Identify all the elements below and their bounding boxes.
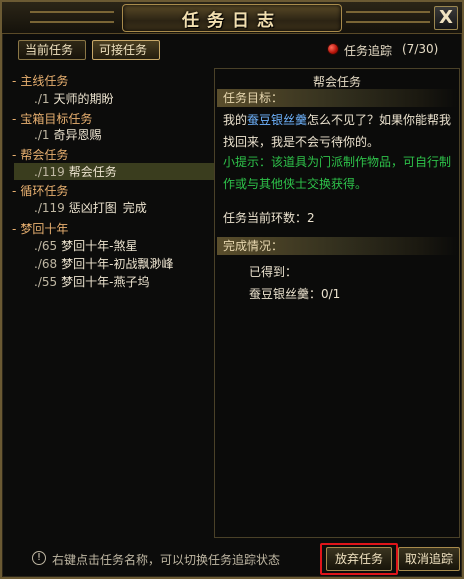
quest-level: ./1	[34, 92, 50, 106]
tracking-indicator-icon[interactable]	[327, 43, 339, 55]
quest-item[interactable]: ./1 奇异恩赐	[34, 126, 102, 143]
progress-text: 蚕豆银丝羹：0/1	[249, 287, 341, 301]
quest-level: ./65	[34, 239, 58, 253]
category-label: 主线任务	[20, 74, 69, 88]
status-header: 完成情况：	[217, 237, 457, 255]
footer-hint: 右键点击任务名称，可以切换任务追踪状态	[52, 553, 281, 567]
quest-name: 梦回十年-初战飘渺峰	[61, 257, 174, 271]
category-guild[interactable]: - 帮会任务	[12, 146, 68, 163]
quest-item[interactable]: ./55 梦回十年-燕子坞	[34, 273, 149, 290]
collapse-icon: -	[12, 184, 17, 198]
quest-item[interactable]: ./1 天师的期盼	[34, 90, 114, 107]
abandon-quest-button[interactable]: 放弃任务	[326, 547, 392, 571]
quest-level: ./119	[34, 165, 65, 179]
tracking-label: 任务追踪	[344, 44, 393, 58]
quest-item[interactable]: ./65 梦回十年-煞星	[34, 237, 137, 254]
goal-text-pre: 我的	[223, 113, 248, 127]
close-button[interactable]: X	[434, 6, 458, 30]
quest-name: 天师的期盼	[53, 92, 114, 106]
quest-item[interactable]: ./68 梦回十年-初战飘渺峰	[34, 255, 173, 272]
quest-log-window: 任务日志 X 当前任务 可接任务 任务追踪 (7/30) - 主线任务 ./1 天师…	[0, 0, 464, 579]
info-icon: !	[32, 551, 46, 565]
quest-status: 完成	[122, 201, 147, 215]
quest-level: ./119	[34, 201, 65, 215]
window-title: 任务日志	[182, 11, 282, 31]
hint-text: 小提示：该道具为门派制作物品，可自行制作或与其他侠士交换获得。	[223, 155, 452, 191]
quest-name: 帮会任务	[68, 165, 117, 179]
category-label: 循环任务	[20, 184, 69, 198]
category-label: 梦回十年	[20, 222, 69, 236]
category-loop[interactable]: - 循环任务	[12, 182, 68, 199]
collapse-icon: -	[12, 112, 17, 126]
category-label: 宝箱目标任务	[20, 112, 93, 126]
detail-title: 帮会任务	[312, 75, 361, 89]
quest-detail-panel: 帮会任务 任务目标： 我的蚕豆银丝羹怎么不见了？如果你能帮我找回来，我是不会亏待…	[214, 68, 460, 538]
title-ornament-left	[30, 11, 114, 23]
quest-item[interactable]: ./119 惩凶打图 完成	[34, 199, 147, 216]
quest-item-selected[interactable]: ./119 帮会任务	[14, 163, 214, 180]
cancel-tracking-button[interactable]: 取消追踪	[398, 547, 460, 571]
category-label: 帮会任务	[20, 148, 69, 162]
quest-name: 梦回十年-煞星	[61, 239, 138, 253]
tab-current-quests[interactable]: 当前任务	[18, 40, 86, 60]
category-main[interactable]: - 主线任务	[12, 72, 68, 89]
quest-name: 奇异恩赐	[53, 128, 102, 142]
collapse-icon: -	[12, 222, 17, 236]
rounds-text: 任务当前环数：2	[223, 211, 315, 225]
obtained-label: 已得到：	[249, 265, 298, 279]
quest-name: 惩凶打图	[68, 201, 117, 215]
tab-available-quests[interactable]: 可接任务	[92, 40, 160, 60]
category-treasure[interactable]: - 宝箱目标任务	[12, 110, 92, 127]
quest-level: ./55	[34, 275, 58, 289]
collapse-icon: -	[12, 74, 17, 88]
quest-level: ./68	[34, 257, 58, 271]
goal-item-link[interactable]: 蚕豆银丝羹	[247, 113, 307, 127]
title-bar[interactable]: 任务日志 X	[2, 2, 462, 34]
quest-level: ./1	[34, 128, 50, 142]
quest-list: - 主线任务 ./1 天师的期盼 - 宝箱目标任务 ./1 奇异恩赐 - 帮会任务 ./1…	[8, 66, 214, 536]
tracking-count: (7/30)	[402, 42, 439, 56]
category-dream[interactable]: - 梦回十年	[12, 220, 68, 237]
goal-header: 任务目标：	[217, 89, 457, 107]
quest-name: 梦回十年-燕子坞	[61, 275, 150, 289]
collapse-icon: -	[12, 148, 17, 162]
title-ornament-right	[346, 11, 430, 23]
close-icon: X	[439, 7, 453, 28]
goal-text: 我的蚕豆银丝羹怎么不见了？如果你能帮我找回来，我是不会亏待你的。	[223, 109, 457, 153]
